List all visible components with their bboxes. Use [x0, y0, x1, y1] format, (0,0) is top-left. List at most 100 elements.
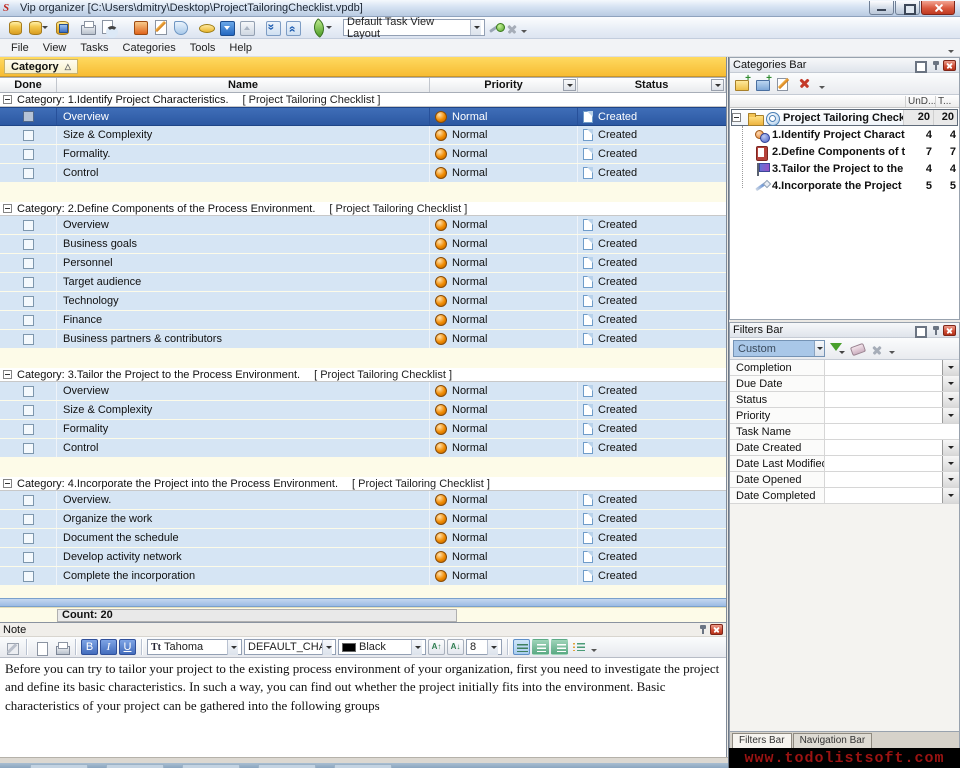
save-database-icon[interactable]: [51, 17, 71, 36]
filter-dropdown-icon[interactable]: [942, 472, 959, 487]
done-checkbox[interactable]: [23, 514, 34, 525]
check-on-icon[interactable]: [216, 17, 236, 36]
delete-layout-icon[interactable]: [505, 22, 519, 36]
column-header-done[interactable]: Done: [0, 78, 57, 92]
tree-category-item[interactable]: 2.Define Components of the Pr77: [730, 143, 959, 160]
task-row[interactable]: Document the scheduleNormalCreated: [0, 529, 726, 548]
collapse-group-icon[interactable]: [3, 370, 12, 379]
filter-dropdown-icon[interactable]: [942, 440, 959, 455]
done-checkbox[interactable]: [23, 495, 34, 506]
done-checkbox[interactable]: [23, 168, 34, 179]
note-toolbar-overflow-icon[interactable]: [589, 638, 599, 656]
group-header-row[interactable]: Category: 3.Tailor the Project to the Pr…: [0, 368, 726, 382]
note-close-icon[interactable]: [710, 624, 723, 635]
done-checkbox[interactable]: [23, 315, 34, 326]
task-row[interactable]: ControlNormalCreated: [0, 164, 726, 183]
task-row[interactable]: Develop activity networkNormalCreated: [0, 548, 726, 567]
new-database-icon[interactable]: [4, 17, 24, 36]
align-center-button[interactable]: [532, 639, 549, 655]
filters-overflow-icon[interactable]: [887, 340, 897, 358]
task-row[interactable]: Complete the incorporationNormalCreated: [0, 567, 726, 586]
done-checkbox[interactable]: [23, 149, 34, 160]
done-checkbox[interactable]: [23, 130, 34, 141]
print-icon[interactable]: [77, 17, 97, 36]
pin-icon[interactable]: [695, 624, 708, 635]
filter-value-field[interactable]: [825, 456, 942, 471]
bullet-list-icon[interactable]: [570, 639, 587, 655]
note-print-icon[interactable]: [52, 639, 70, 656]
task-row[interactable]: Formality.NormalCreated: [0, 145, 726, 164]
print-preview-icon[interactable]: [97, 17, 124, 36]
clear-filter-icon[interactable]: [849, 340, 867, 357]
group-header-row[interactable]: Category: 2.Define Components of the Pro…: [0, 202, 726, 216]
delete-filter-icon[interactable]: [870, 343, 884, 357]
tree-category-item[interactable]: 3.Tailor the Project to the Proc44: [730, 160, 959, 177]
tree-category-item[interactable]: 4.Incorporate the Project into t55: [730, 177, 959, 194]
filter-dropdown-icon[interactable]: [942, 456, 959, 471]
new-task-icon[interactable]: [130, 17, 150, 36]
task-row[interactable]: Overview.NormalCreated: [0, 491, 726, 510]
done-checkbox[interactable]: [23, 405, 34, 416]
menu-file[interactable]: File: [4, 40, 36, 56]
filter-value-field[interactable]: [825, 440, 942, 455]
filter-value-field[interactable]: [825, 424, 959, 439]
open-database-icon[interactable]: [24, 17, 51, 36]
edit-note-icon[interactable]: [3, 639, 21, 656]
menu-help[interactable]: Help: [222, 40, 259, 56]
done-checkbox[interactable]: [23, 424, 34, 435]
column-total[interactable]: T...: [935, 96, 959, 107]
horizontal-scrollbar[interactable]: [0, 598, 726, 607]
task-row[interactable]: FinanceNormalCreated: [0, 311, 726, 330]
restore-panel-icon[interactable]: [913, 325, 926, 336]
duplicate-task-icon[interactable]: [170, 17, 190, 36]
toolbar-overflow-icon[interactable]: [519, 19, 529, 37]
decrease-font-icon[interactable]: A↓: [447, 639, 464, 655]
task-row[interactable]: Business partners & contributorsNormalCr…: [0, 330, 726, 349]
done-checkbox[interactable]: [23, 277, 34, 288]
collapse-all-icon[interactable]: [282, 17, 302, 36]
task-row[interactable]: OverviewNormalCreated: [0, 382, 726, 401]
align-right-button[interactable]: [551, 639, 568, 655]
done-checkbox[interactable]: [23, 239, 34, 250]
align-left-button[interactable]: [513, 639, 530, 655]
font-size-combo[interactable]: 8: [466, 639, 502, 655]
group-by-category-chip[interactable]: Category: [4, 59, 78, 74]
filter-value-field[interactable]: [825, 408, 942, 423]
filter-value-field[interactable]: [825, 376, 942, 391]
note-text[interactable]: Before you can try to tailor your projec…: [0, 658, 726, 757]
filter-value-field[interactable]: [825, 488, 942, 503]
font-family-combo[interactable]: Tt Tahoma: [147, 639, 242, 655]
task-row[interactable]: Organize the workNormalCreated: [0, 510, 726, 529]
save-layout-icon[interactable]: [485, 18, 505, 37]
underline-button[interactable]: U: [119, 639, 136, 655]
menu-tasks[interactable]: Tasks: [73, 40, 115, 56]
tree-category-item[interactable]: 1.Identify Project Characteristic44: [730, 126, 959, 143]
filter-dropdown-icon[interactable]: [942, 408, 959, 423]
menu-tools[interactable]: Tools: [183, 40, 223, 56]
group-header-row[interactable]: Category: 1.Identify Project Characteris…: [0, 93, 726, 107]
filter-value-field[interactable]: [825, 472, 942, 487]
task-row[interactable]: TechnologyNormalCreated: [0, 292, 726, 311]
close-button[interactable]: [921, 1, 955, 15]
combo-dropdown-icon[interactable]: [814, 341, 824, 356]
done-checkbox[interactable]: [23, 296, 34, 307]
filter-dropdown-icon[interactable]: [942, 392, 959, 407]
filter-value-field[interactable]: [825, 392, 942, 407]
status-filter-dropdown-icon[interactable]: [711, 79, 724, 91]
italic-button[interactable]: I: [100, 639, 117, 655]
task-row[interactable]: FormalityNormalCreated: [0, 420, 726, 439]
column-undone[interactable]: UnD...: [905, 96, 935, 107]
tab-navigation-bar[interactable]: Navigation Bar: [793, 733, 873, 748]
task-row[interactable]: Target audienceNormalCreated: [0, 273, 726, 292]
collapse-group-icon[interactable]: [3, 204, 12, 213]
tree-root-item[interactable]: Project Tailoring Checklist2020: [731, 109, 958, 126]
check-off-icon[interactable]: [236, 17, 256, 36]
filter-dropdown-icon[interactable]: [942, 488, 959, 503]
combo-dropdown-icon[interactable]: [470, 20, 481, 35]
combo-dropdown-icon[interactable]: [322, 640, 332, 655]
expand-all-icon[interactable]: [262, 17, 282, 36]
notes-icon[interactable]: [308, 17, 335, 36]
pin-icon[interactable]: [928, 325, 941, 336]
filter-value-field[interactable]: [825, 360, 942, 375]
combo-dropdown-icon[interactable]: [411, 640, 422, 655]
